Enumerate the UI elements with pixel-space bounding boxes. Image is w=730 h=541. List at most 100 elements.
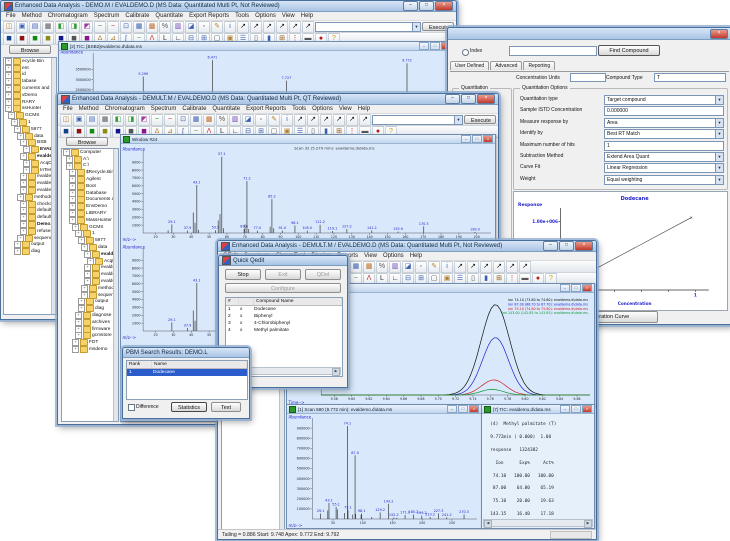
tree-item[interactable]: +5977 xyxy=(4,126,56,133)
menu-item-view[interactable]: View xyxy=(336,106,355,112)
tree-item[interactable]: +evaldemo.d xyxy=(4,153,56,160)
table-row[interactable]: 2xBiphenyl xyxy=(226,313,342,320)
close-icon[interactable]: × xyxy=(582,405,592,413)
menu-item-view[interactable]: View xyxy=(361,253,380,259)
concentration-units-input[interactable] xyxy=(570,73,606,82)
tab-advanced[interactable]: Advanced xyxy=(490,61,522,70)
run-macro-3-icon[interactable]: ↗ xyxy=(320,114,332,126)
scan32-spectrum-plot[interactable]: 1000200030004000500060007000800090002030… xyxy=(121,144,495,242)
menu-item-file[interactable]: File xyxy=(60,106,76,112)
close-icon[interactable]: × xyxy=(435,1,453,11)
quant-report-icon[interactable]: ◪ xyxy=(185,21,197,33)
tree-item[interactable]: +AcqData xyxy=(4,160,56,167)
library-search-icon[interactable]: ▥ xyxy=(172,21,184,33)
tree-item[interactable]: +1 xyxy=(4,119,56,126)
compound-type-input[interactable] xyxy=(654,73,726,82)
pbm-titlebar[interactable]: PBM Search Results: DEMO.L xyxy=(123,348,249,358)
run-macro-1-icon[interactable]: ↗ xyxy=(454,261,466,273)
run-macro-6-icon[interactable]: ↗ xyxy=(519,261,531,273)
child-titlebar[interactable]: [1] Scan 580 (9.772 min): evaldemo.d\dat… xyxy=(287,405,481,414)
stop-button[interactable]: Stop xyxy=(225,269,261,280)
scan580-spectrum-plot[interactable]: 1000002000003000004000005000006000007000… xyxy=(287,414,481,528)
library-search-icon[interactable]: ▥ xyxy=(389,261,401,273)
text-button[interactable]: Text xyxy=(211,402,241,412)
menu-item-chromatogram[interactable]: Chromatogram xyxy=(45,13,91,19)
run-macro-5-icon[interactable]: ↗ xyxy=(346,114,358,126)
save-icon[interactable]: ▤ xyxy=(29,21,41,33)
view-pane-1-icon[interactable]: ◼ xyxy=(3,33,15,45)
tree-item[interactable]: +diagnose xyxy=(62,312,118,319)
tree-item[interactable]: +methods xyxy=(62,285,118,292)
percent-report-icon[interactable]: % xyxy=(216,114,228,126)
chevron-down-icon[interactable]: ▼ xyxy=(715,119,723,127)
view-pane-2-icon[interactable]: ◼ xyxy=(73,126,85,138)
maximize-icon[interactable]: □ xyxy=(472,135,482,143)
quant-report-icon[interactable]: ◪ xyxy=(402,261,414,273)
view-pane-3-icon[interactable]: ◼ xyxy=(86,126,98,138)
menu-item-chromatogram[interactable]: Chromatogram xyxy=(102,106,148,112)
tree-expand-icon[interactable]: + xyxy=(72,346,79,353)
menu-item-export-reports[interactable]: Export Reports xyxy=(186,13,232,19)
maximize-icon[interactable]: □ xyxy=(571,405,581,413)
snapshot-icon[interactable]: ◨ xyxy=(68,21,80,33)
menu-item-spectrum[interactable]: Spectrum xyxy=(148,106,180,112)
info-icon[interactable]: i xyxy=(224,21,236,33)
chromatogram-icon[interactable]: ~ xyxy=(151,114,163,126)
open-data-icon[interactable]: ◫ xyxy=(3,21,15,33)
run-macro-3-icon[interactable]: ↗ xyxy=(263,21,275,33)
close-icon[interactable]: × xyxy=(469,405,479,413)
tree-item[interactable]: +msdemo xyxy=(62,346,118,353)
tabulate-icon[interactable]: ▦ xyxy=(133,21,145,33)
tree-item[interactable]: +Demo.M xyxy=(4,221,56,228)
annotate-icon[interactable]: ✎ xyxy=(211,21,223,33)
column-header[interactable]: # xyxy=(226,298,239,305)
load-data-icon[interactable]: ◧ xyxy=(55,21,67,33)
run-macro-2-icon[interactable]: ↗ xyxy=(467,261,479,273)
run-macro-4-icon[interactable]: ↗ xyxy=(276,21,288,33)
close-icon[interactable]: × xyxy=(483,135,493,143)
maximize-icon[interactable]: □ xyxy=(419,1,434,11)
qdel-button[interactable]: QDel xyxy=(305,269,341,280)
annotate-icon[interactable]: ✎ xyxy=(268,114,280,126)
menu-item-options[interactable]: Options xyxy=(309,106,336,112)
menu-item-method[interactable]: Method xyxy=(76,106,102,112)
menu-item-quantitate[interactable]: Quantitate xyxy=(209,106,243,112)
minimize-icon[interactable]: – xyxy=(560,405,570,413)
chevron-down-icon[interactable]: ▼ xyxy=(454,116,462,124)
print-icon[interactable]: ▦ xyxy=(42,21,54,33)
spectrum-icon[interactable]: ~ xyxy=(164,114,176,126)
tabulate-icon[interactable]: ▦ xyxy=(190,114,202,126)
view-pane-2-icon[interactable]: ◼ xyxy=(16,33,28,45)
save-icon[interactable]: ▤ xyxy=(86,114,98,126)
tree-item[interactable]: +output xyxy=(4,242,56,249)
close-icon[interactable]: × xyxy=(575,241,593,251)
chromatogram-icon[interactable]: ~ xyxy=(94,21,106,33)
titlebar-c[interactable]: Enhanced Data Analysis - DEMULT.M / EVAL… xyxy=(218,241,596,252)
maximize-icon[interactable]: □ xyxy=(461,94,476,104)
table-row[interactable]: 4xMethyl palmitate xyxy=(226,327,342,334)
tabulate-icon[interactable]: ▦ xyxy=(350,261,362,273)
scroll-left-icon[interactable]: ◀ xyxy=(484,520,492,528)
menu-item-tools[interactable]: Tools xyxy=(232,13,252,19)
browse-button[interactable]: Browse xyxy=(9,45,51,54)
run-macro-5-icon[interactable]: ↗ xyxy=(506,261,518,273)
menu-item-method[interactable]: Method xyxy=(19,13,45,19)
field-input[interactable]: 1 xyxy=(604,141,724,151)
spectrum-icon[interactable]: ~ xyxy=(107,21,119,33)
open-method-icon[interactable]: ▣ xyxy=(73,114,85,126)
tree-item[interactable]: +diag xyxy=(4,248,56,255)
field-select[interactable]: Target compound▼ xyxy=(604,95,724,105)
field-select[interactable]: Best RT Match▼ xyxy=(604,129,724,139)
tree-item[interactable]: +evaldemo3.d xyxy=(62,278,118,285)
field-select[interactable]: Extend Area Quant▼ xyxy=(604,152,724,162)
menu-item-spectrum[interactable]: Spectrum xyxy=(91,13,123,19)
run-macro-3-icon[interactable]: ↗ xyxy=(480,261,492,273)
open-data-icon[interactable]: ◫ xyxy=(60,114,72,126)
tree-scrollbar[interactable] xyxy=(51,58,56,314)
load-data-icon[interactable]: ◧ xyxy=(112,114,124,126)
view-pane-3-icon[interactable]: ◼ xyxy=(29,33,41,45)
child-titlebar[interactable]: [2] TIC: [BSB2]evaldemo.d\data.ms – □ × xyxy=(59,42,453,51)
custom-report-icon[interactable]: ▫ xyxy=(415,261,427,273)
field-select[interactable]: Equal weighting▼ xyxy=(604,175,724,185)
column-header[interactable]: Name xyxy=(152,361,247,368)
